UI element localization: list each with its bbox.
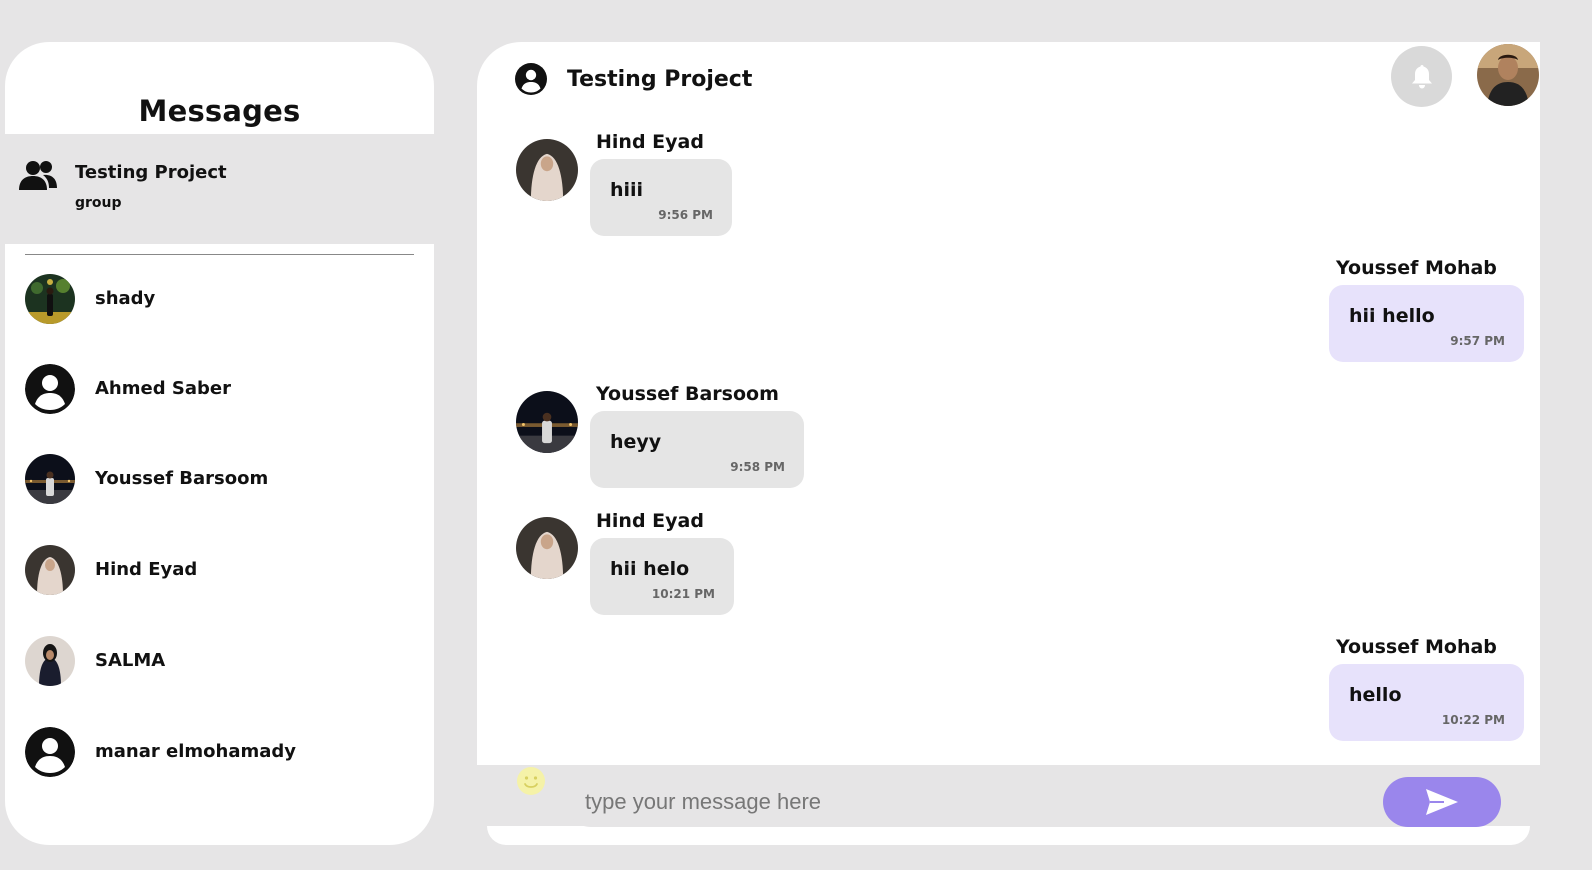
contact-item[interactable]: manar elmohamady xyxy=(25,727,425,779)
user-avatar[interactable] xyxy=(1477,44,1539,106)
send-icon xyxy=(1426,789,1458,815)
user-circle-icon xyxy=(25,727,75,777)
contact-item[interactable]: SALMA xyxy=(25,636,425,688)
chat-panel: Testing Project Hind Eyad hiii 9:56 PM Y… xyxy=(477,42,1540,845)
message-text: hii hello xyxy=(1349,305,1435,327)
emoji-icon[interactable] xyxy=(516,766,546,796)
message-bubble: heyy 9:58 PM xyxy=(590,411,804,488)
chat-title: Testing Project xyxy=(567,67,753,92)
contact-name: Youssef Barsoom xyxy=(95,468,269,489)
avatar xyxy=(25,274,75,324)
sidebar-title: Messages xyxy=(138,94,301,128)
message-text: hello xyxy=(1349,684,1402,706)
message-time: 9:57 PM xyxy=(1450,334,1505,348)
composer-footer xyxy=(487,826,1530,845)
message-bubble: hii helo 10:21 PM xyxy=(590,538,734,615)
contact-name: shady xyxy=(95,288,156,309)
contact-item[interactable]: Youssef Barsoom xyxy=(25,454,425,506)
avatar xyxy=(25,636,75,686)
message-time: 10:22 PM xyxy=(1441,713,1505,727)
conversations-sidebar: Messages Testing Project group shady Ahm… xyxy=(5,42,434,845)
contact-item[interactable]: shady xyxy=(25,274,425,326)
user-circle-icon xyxy=(515,63,547,95)
contact-name: Ahmed Saber xyxy=(95,378,231,399)
message-text: heyy xyxy=(610,431,662,453)
group-type: group xyxy=(75,195,122,211)
contact-item[interactable]: Ahmed Saber xyxy=(25,364,425,416)
message-text: hii helo xyxy=(610,558,690,580)
avatar xyxy=(25,545,75,595)
message-time: 10:21 PM xyxy=(651,587,715,601)
contact-name: manar elmohamady xyxy=(95,741,296,762)
group-chat-item[interactable]: Testing Project group xyxy=(5,134,434,244)
contact-name: SALMA xyxy=(95,650,166,671)
divider xyxy=(25,254,414,255)
message-text: hiii xyxy=(610,179,644,201)
avatar xyxy=(516,139,578,201)
message-sender: Hind Eyad xyxy=(596,131,704,153)
bell-icon xyxy=(1411,64,1432,88)
send-button[interactable] xyxy=(1383,777,1501,827)
message-sender: Youssef Barsoom xyxy=(596,383,779,405)
message-sender: Hind Eyad xyxy=(596,510,704,532)
message-bubble: hello 10:22 PM xyxy=(1329,664,1524,741)
avatar xyxy=(516,391,578,453)
message-sender: Youssef Mohab xyxy=(1336,636,1497,658)
message-time: 9:56 PM xyxy=(658,208,713,222)
contact-name: Hind Eyad xyxy=(95,559,198,580)
message-bubble: hiii 9:56 PM xyxy=(590,159,732,236)
group-icon xyxy=(19,161,57,190)
message-input[interactable] xyxy=(566,777,1446,827)
message-bubble: hii hello 9:57 PM xyxy=(1329,285,1524,362)
group-name: Testing Project xyxy=(75,162,227,183)
contact-item[interactable]: Hind Eyad xyxy=(25,545,425,597)
notifications-button[interactable] xyxy=(1391,46,1452,107)
message-sender: Youssef Mohab xyxy=(1336,257,1497,279)
avatar xyxy=(516,517,578,579)
user-circle-icon xyxy=(25,364,75,414)
message-time: 9:58 PM xyxy=(730,460,785,474)
avatar xyxy=(25,454,75,504)
